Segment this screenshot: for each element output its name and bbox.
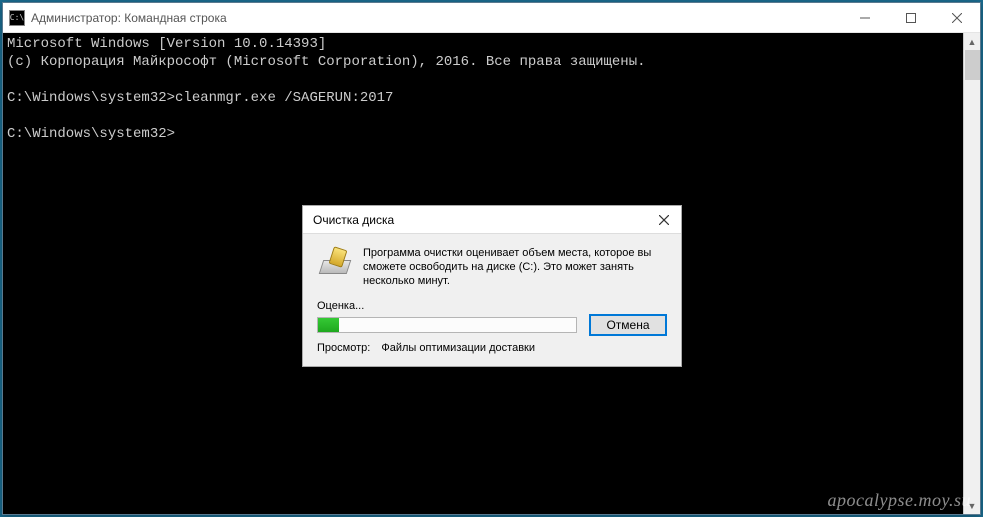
window-controls [842, 3, 980, 32]
dialog-close-button[interactable] [649, 209, 679, 231]
cmd-icon: C:\ [9, 10, 25, 26]
disk-cleanup-dialog: Очистка диска Программа очистки оценивае… [302, 205, 682, 367]
status-row: Просмотр: Файлы оптимизации доставки [317, 342, 667, 354]
cancel-button[interactable]: Отмена [589, 314, 667, 336]
scroll-thumb[interactable] [965, 50, 980, 80]
status-label: Просмотр: [317, 342, 370, 354]
scroll-track[interactable] [964, 80, 980, 497]
minimize-button[interactable] [842, 3, 888, 32]
disk-cleanup-icon [317, 246, 353, 282]
dialog-body: Программа очистки оценивает объем места,… [303, 234, 681, 366]
progress-fill [318, 318, 339, 332]
window-title: Администратор: Командная строка [31, 11, 842, 25]
progress-bar [317, 317, 577, 333]
dialog-titlebar[interactable]: Очистка диска [303, 206, 681, 234]
status-value: Файлы оптимизации доставки [381, 342, 535, 354]
dialog-message: Программа очистки оценивает объем места,… [363, 246, 667, 288]
titlebar[interactable]: C:\ Администратор: Командная строка [3, 3, 980, 33]
scroll-up-button[interactable]: ▲ [964, 33, 980, 50]
progress-label: Оценка... [317, 300, 667, 312]
scrollbar[interactable]: ▲ ▼ [963, 33, 980, 514]
close-button[interactable] [934, 3, 980, 32]
dialog-title: Очистка диска [313, 213, 649, 227]
maximize-button[interactable] [888, 3, 934, 32]
scroll-down-button[interactable]: ▼ [964, 497, 980, 514]
